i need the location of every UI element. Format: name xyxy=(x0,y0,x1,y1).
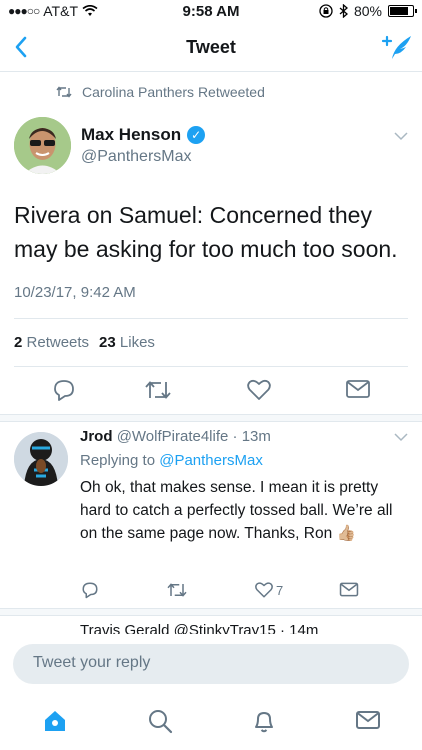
next-reply-header: Travis Gerald @StinkyTray15 · 14m xyxy=(80,622,319,634)
next-reply-partial[interactable]: Travis Gerald @StinkyTray15 · 14m xyxy=(14,620,408,634)
reply-actions: 7 xyxy=(0,581,422,601)
messages-icon[interactable] xyxy=(355,708,381,732)
divider xyxy=(14,366,408,367)
avatar-image xyxy=(14,432,68,486)
retweet-context-label: Carolina Panthers Retweeted xyxy=(82,84,265,100)
reply-like-count: 7 xyxy=(276,582,284,598)
reply-header: Jrod @WolfPirate4life · 13m xyxy=(80,428,271,445)
like-icon[interactable] xyxy=(246,378,272,402)
replying-to-label: Replying to xyxy=(80,452,156,469)
reply-text: Oh ok, that makes sense. I mean it is pr… xyxy=(80,479,393,542)
separator xyxy=(0,608,422,616)
lock-rotation-icon xyxy=(319,4,333,18)
tweet-timestamp: 10/23/17, 9:42 AM xyxy=(14,284,136,301)
retweet-icon xyxy=(56,86,72,98)
retweet-context: Carolina Panthers Retweeted xyxy=(56,84,265,100)
bluetooth-icon xyxy=(339,4,348,18)
chevron-down-icon[interactable] xyxy=(394,432,408,442)
search-icon[interactable] xyxy=(147,708,173,734)
reply-author-name[interactable]: Jrod xyxy=(80,428,113,445)
reply-icon[interactable] xyxy=(81,581,99,599)
author-name: Max Henson xyxy=(81,125,182,144)
divider xyxy=(14,318,408,319)
reply-time: · 13m xyxy=(232,428,271,445)
reply-composer[interactable]: Tweet your reply xyxy=(13,644,409,684)
tweet-text: Rivera on Samuel: Concerned they may be … xyxy=(14,202,398,262)
composer-placeholder: Tweet your reply xyxy=(33,654,151,671)
avatar[interactable] xyxy=(14,117,71,174)
retweet-icon[interactable] xyxy=(166,581,188,599)
retweets-count: 2 xyxy=(14,334,23,351)
retweet-icon[interactable] xyxy=(144,378,172,402)
dm-icon[interactable] xyxy=(339,581,359,598)
retweets-stat[interactable]: 2 Retweets xyxy=(14,334,89,351)
dm-icon[interactable] xyxy=(345,378,371,400)
nav-bar: Tweet xyxy=(0,22,422,72)
tweet-actions xyxy=(0,378,422,406)
likes-stat[interactable]: 23 Likes xyxy=(99,334,155,351)
notifications-icon[interactable] xyxy=(251,708,277,734)
like-icon xyxy=(255,582,273,598)
page-title: Tweet xyxy=(186,37,236,57)
reply-icon[interactable] xyxy=(52,378,76,402)
replying-to: Replying to @PanthersMax xyxy=(80,452,263,469)
retweets-label: Retweets xyxy=(26,334,90,351)
avatar[interactable] xyxy=(14,432,68,486)
compose-icon[interactable] xyxy=(380,32,414,62)
battery-icon xyxy=(388,5,417,17)
chevron-down-icon[interactable] xyxy=(394,131,408,141)
separator xyxy=(0,414,422,422)
battery-percent: 80% xyxy=(353,3,382,19)
likes-count: 23 xyxy=(99,334,116,351)
author-handle[interactable]: @PanthersMax xyxy=(81,148,192,166)
tab-bar xyxy=(0,700,422,750)
verified-icon: ✓ xyxy=(187,126,206,144)
replying-to-handle[interactable]: @PanthersMax xyxy=(159,452,263,469)
reply-author-handle[interactable]: @WolfPirate4life xyxy=(117,428,229,445)
avatar-image xyxy=(14,117,71,174)
home-icon[interactable] xyxy=(42,708,68,734)
status-right: 80% xyxy=(319,3,417,19)
author-name-row[interactable]: Max Henson ✓ xyxy=(81,125,206,145)
reply-like[interactable]: 7 xyxy=(254,581,283,599)
tweet-author: Max Henson ✓ @PanthersMax xyxy=(14,117,408,177)
status-bar: ●●●○○ AT&T 9:58 AM 80% xyxy=(0,0,422,22)
tweet-stats: 2 Retweets 23 Likes xyxy=(14,334,155,351)
likes-label: Likes xyxy=(119,334,155,351)
